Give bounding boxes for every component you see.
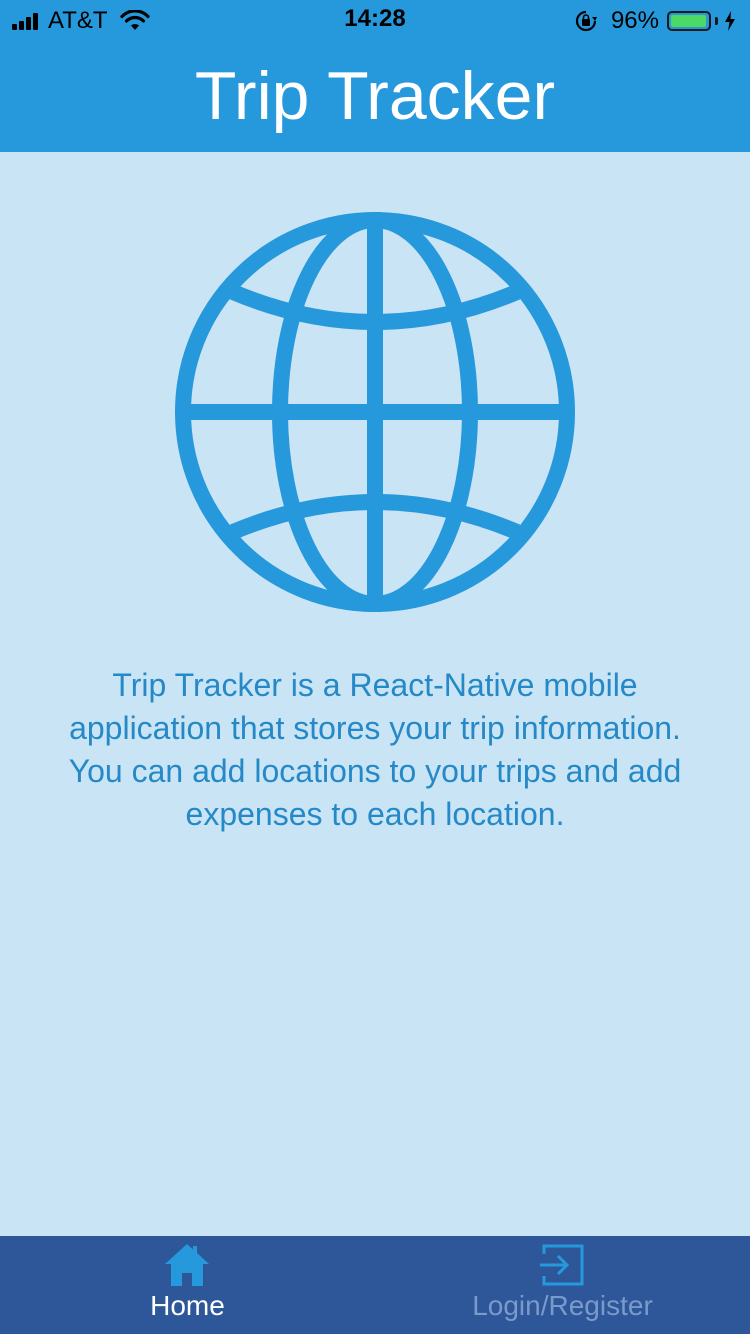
battery-icon xyxy=(667,11,711,31)
battery-tip xyxy=(715,17,718,25)
status-right: 96% xyxy=(575,7,736,35)
app-description: Trip Tracker is a React-Native mobile ap… xyxy=(68,667,682,832)
orientation-lock-icon xyxy=(575,10,597,32)
tab-bar: Home Login/Register xyxy=(0,1236,750,1334)
charging-bolt-icon xyxy=(725,11,735,31)
header-bar: AT&T 14:28 96% Trip Tracker xyxy=(0,0,750,152)
home-icon xyxy=(165,1244,209,1286)
tab-home-label: Home xyxy=(150,1290,225,1321)
tab-home[interactable]: Home xyxy=(0,1236,375,1334)
status-bar: AT&T 14:28 96% xyxy=(0,0,750,40)
login-icon xyxy=(540,1244,584,1286)
battery-percent: 96% xyxy=(610,7,659,34)
page-title: Trip Tracker xyxy=(194,58,556,134)
tab-login-register-label: Login/Register xyxy=(472,1290,653,1321)
battery-fill xyxy=(671,15,706,27)
tab-login-register[interactable]: Login/Register xyxy=(375,1236,750,1334)
globe-icon xyxy=(175,212,575,612)
